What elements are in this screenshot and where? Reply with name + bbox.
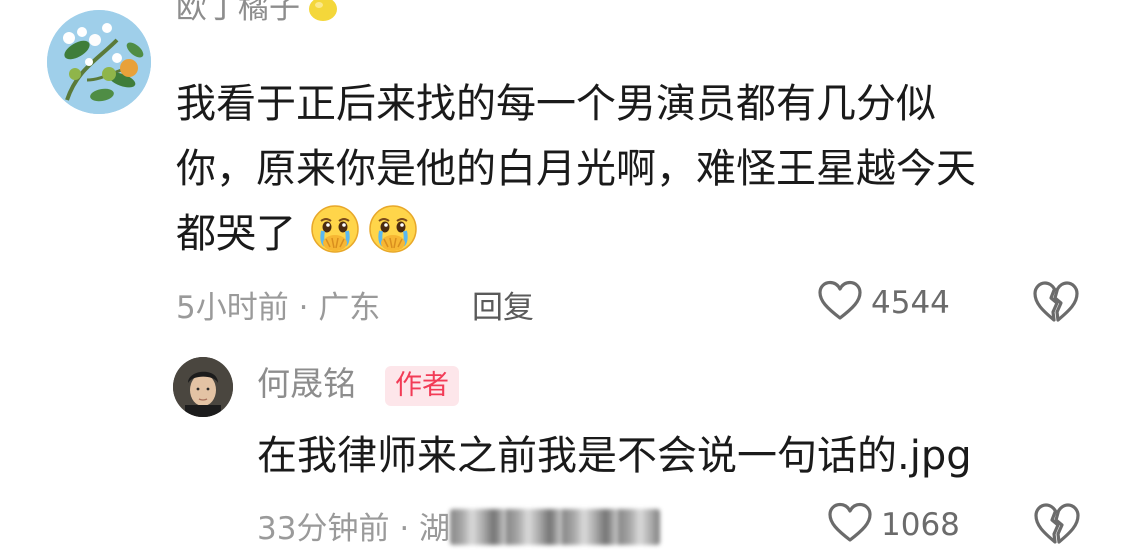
broken-heart-icon[interactable] bbox=[1032, 280, 1080, 328]
reply-button[interactable]: 回复 bbox=[472, 282, 534, 327]
comment-text-line: 你，原来你是他的白月光啊，难怪王星越今天 bbox=[176, 146, 976, 192]
meta-separator: · bbox=[298, 290, 309, 326]
comment-text-line: 我看于正后来找的每一个男演员都有几分似 bbox=[176, 81, 936, 127]
comment-location: 广东 bbox=[318, 290, 381, 326]
comment-text: 我看于正后来找的每一个男演员都有几分似 你，原来你是他的白月光啊，难怪王星越今天… bbox=[176, 72, 1076, 267]
lemon-icon bbox=[306, 0, 340, 36]
comment-text-fragment: 都哭了 bbox=[176, 211, 296, 257]
like-count: 1068 bbox=[881, 507, 960, 543]
meta-separator: · bbox=[399, 511, 410, 547]
comment-author-name[interactable]: 欧丁橘子 bbox=[176, 0, 340, 36]
author-badge: 作者 bbox=[385, 366, 459, 406]
comment-location-partial: 湖 bbox=[419, 511, 451, 547]
comment-text-line-last: 都哭了 bbox=[176, 202, 1076, 267]
comment-meta: 5小时前 · 广东 bbox=[176, 282, 380, 327]
broken-heart-icon[interactable] bbox=[1033, 502, 1081, 550]
avatar[interactable] bbox=[173, 357, 233, 417]
crying-face-icon bbox=[309, 203, 361, 255]
crying-face-icon bbox=[367, 203, 419, 255]
author-name-text: 欧丁橘子 bbox=[176, 0, 300, 26]
orange-blossom-avatar-image bbox=[47, 10, 151, 114]
blurred-watermark bbox=[450, 509, 661, 545]
comment-time: 5小时前 bbox=[176, 290, 289, 326]
heart-icon bbox=[827, 502, 873, 548]
like-count: 4544 bbox=[871, 285, 950, 321]
like-button[interactable]: 1068 bbox=[827, 502, 960, 548]
like-button[interactable]: 4544 bbox=[817, 280, 950, 326]
heart-icon bbox=[817, 280, 863, 326]
man-portrait-avatar-image bbox=[173, 357, 233, 417]
comment-meta: 33分钟前 · 湖 bbox=[257, 503, 661, 548]
comment-author-name[interactable]: 何晟铭 bbox=[257, 362, 356, 406]
avatar[interactable] bbox=[47, 10, 151, 114]
comment-item: 欧丁橘子 我看于正后来找的每一个男演员都有几分似 你，原来你是他的白月光啊，难怪… bbox=[0, 0, 1130, 340]
comment-time: 33分钟前 bbox=[257, 511, 390, 547]
comment-text: 在我律师来之前我是不会说一句话的.jpg bbox=[257, 433, 972, 479]
